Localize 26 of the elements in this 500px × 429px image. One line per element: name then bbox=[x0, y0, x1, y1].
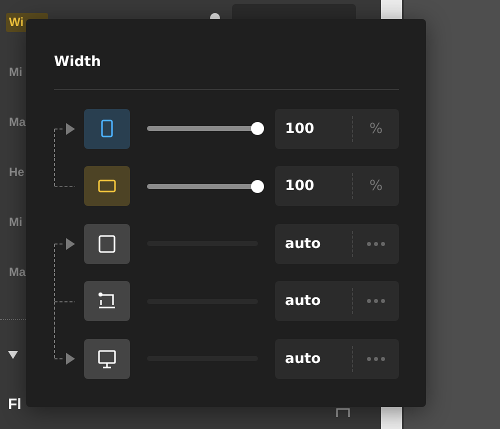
slider[interactable] bbox=[147, 122, 264, 136]
monitor-icon bbox=[96, 348, 118, 370]
value-field[interactable]: auto bbox=[275, 338, 399, 379]
property-label: Mi bbox=[8, 214, 24, 231]
value-field[interactable]: 100 % bbox=[275, 166, 399, 206]
value-field[interactable]: auto bbox=[275, 224, 399, 264]
caret-down-icon[interactable] bbox=[8, 351, 18, 359]
more-icon[interactable] bbox=[367, 356, 385, 361]
property-label: Mi bbox=[8, 64, 24, 81]
section-title: Fl bbox=[8, 396, 22, 413]
device-button[interactable] bbox=[84, 166, 130, 206]
property-label: Ma bbox=[8, 114, 27, 131]
square-icon bbox=[96, 232, 118, 255]
device-button[interactable] bbox=[84, 281, 130, 322]
slider[interactable] bbox=[147, 180, 264, 193]
popup-title: Width bbox=[54, 53, 101, 72]
device-button[interactable] bbox=[84, 108, 130, 149]
expand-icon[interactable] bbox=[336, 408, 350, 418]
property-label: He bbox=[8, 164, 26, 181]
value-field[interactable]: auto bbox=[275, 281, 399, 322]
property-label: Ma bbox=[8, 264, 27, 281]
more-icon[interactable] bbox=[367, 299, 385, 304]
more-icon[interactable] bbox=[367, 242, 385, 246]
device-button[interactable] bbox=[84, 338, 130, 379]
value-field[interactable]: 100 % bbox=[275, 108, 399, 149]
device-button[interactable] bbox=[84, 224, 130, 264]
